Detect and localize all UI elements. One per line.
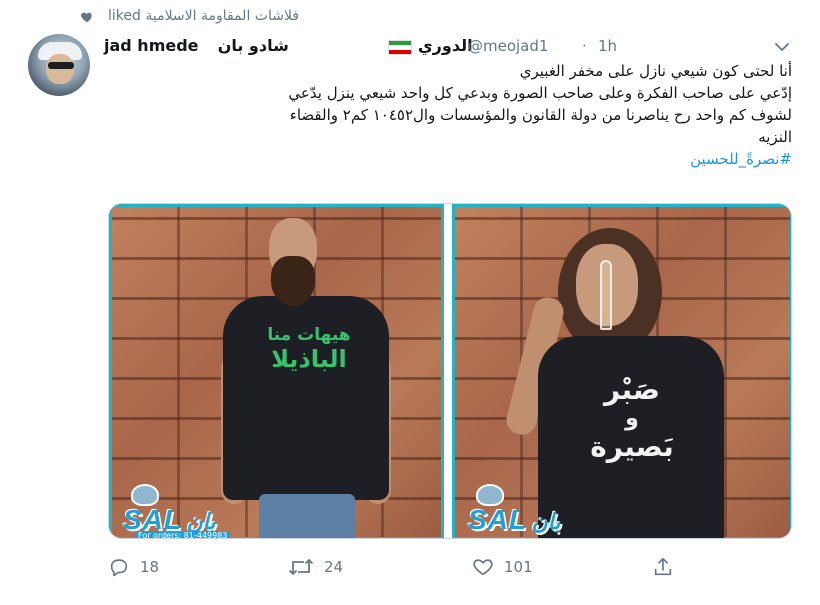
avatar-face bbox=[46, 54, 74, 84]
hashtag-link[interactable]: #نصرةً_للحسين bbox=[690, 150, 792, 168]
shirt-print-line1: صَبْر bbox=[604, 373, 660, 406]
tweet-line-2: إدّعي على صاحب الفكرة وعلى صاحب الصورة و… bbox=[288, 84, 792, 102]
orders-line: For orders: 81-449983 bbox=[135, 531, 231, 538]
shirt-print-line2: الباذيلا bbox=[271, 344, 347, 373]
shirt-print-line2: و bbox=[625, 406, 639, 432]
separator-dot: · bbox=[582, 37, 587, 55]
iran-flag-icon bbox=[388, 40, 412, 55]
share-button[interactable] bbox=[652, 552, 674, 582]
tweet-actions: 18 24 101 bbox=[108, 552, 708, 582]
like-count: 101 bbox=[504, 558, 533, 576]
photo-left[interactable]: هيهات منا الباذيلا SAL بان For orders: 8… bbox=[109, 204, 448, 538]
tweet-header: jad hmede شادو بان الدوري @meojad1 · 1h bbox=[104, 36, 760, 60]
display-name-right: شادو بان bbox=[217, 36, 289, 55]
heart-icon bbox=[81, 12, 92, 23]
like-button[interactable]: 101 bbox=[472, 552, 533, 582]
shirt-print-green: هيهات منا الباذيلا bbox=[259, 325, 359, 373]
elephant-icon bbox=[131, 484, 159, 506]
wine-glass bbox=[600, 260, 612, 330]
shirt-print-line1: هيهات منا bbox=[267, 325, 351, 345]
social-context: فلاشات المقاومة الاسلامية liked bbox=[0, 6, 820, 28]
shirt-print-line3: بَصيرة bbox=[590, 430, 674, 464]
reply-count: 18 bbox=[140, 558, 160, 576]
handle[interactable]: @meojad1 bbox=[468, 37, 548, 55]
tweet-media[interactable]: هيهات منا الباذيلا SAL بان For orders: 8… bbox=[108, 203, 792, 539]
share-icon bbox=[654, 557, 672, 576]
retweet-count: 24 bbox=[324, 558, 344, 576]
display-name[interactable]: jad hmede شادو بان bbox=[104, 36, 289, 55]
reply-button[interactable]: 18 bbox=[108, 552, 159, 582]
tweet-line-3: لشوف كم واحد رح يناصرنا من دولة القانون … bbox=[289, 106, 792, 124]
retweet-icon bbox=[288, 558, 314, 576]
display-name-left: jad hmede bbox=[104, 36, 199, 55]
reply-icon bbox=[110, 559, 128, 577]
shirt-print-white: صَبْر و بَصيرة bbox=[552, 373, 712, 464]
tweet-text: أنا لحتى كون شيعي نازل على مخفر الغبيري … bbox=[104, 60, 792, 170]
tweet-line-4: النزيه bbox=[758, 128, 792, 146]
photo-right[interactable]: صَبْر و بَصيرة SAL بان bbox=[452, 204, 791, 538]
logo-suffix: بان bbox=[531, 509, 561, 534]
woman-figure bbox=[452, 204, 791, 538]
avatar-sunglasses bbox=[48, 62, 74, 69]
elephant-icon bbox=[476, 484, 504, 506]
heart-outline-icon bbox=[473, 559, 493, 576]
display-name-tail[interactable]: الدوري bbox=[418, 36, 473, 55]
avatar[interactable] bbox=[28, 34, 90, 96]
timestamp[interactable]: 1h bbox=[598, 37, 617, 55]
social-context-text[interactable]: فلاشات المقاومة الاسلامية liked bbox=[108, 8, 299, 24]
sal-logo: SAL بان bbox=[468, 484, 561, 536]
chevron-down-icon[interactable] bbox=[774, 40, 790, 54]
tweet-line-1: أنا لحتى كون شيعي نازل على مخفر الغبيري bbox=[519, 62, 792, 80]
retweet-button[interactable]: 24 bbox=[288, 552, 343, 582]
logo-word: SAL bbox=[468, 504, 527, 535]
